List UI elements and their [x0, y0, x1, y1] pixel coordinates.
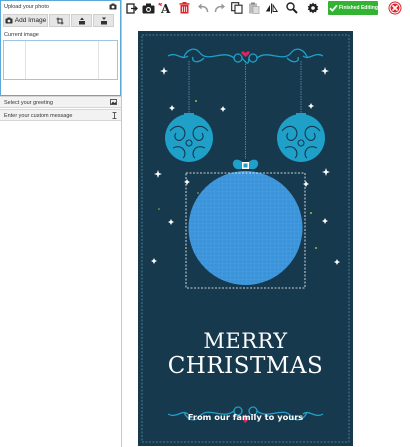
- bow-icon: [232, 159, 259, 170]
- magnifier-icon: [285, 2, 298, 14]
- editor-toolbar: A Finished Editing: [123, 0, 410, 16]
- close-icon: [388, 1, 402, 15]
- undo-button[interactable]: [195, 1, 210, 15]
- divider: [25, 41, 26, 79]
- layer-up-icon: [78, 17, 86, 25]
- camera-icon: [5, 17, 13, 24]
- panel-divider: [121, 0, 122, 447]
- copy-icon: [230, 2, 243, 14]
- select-greeting-label: Select your greeting: [4, 100, 53, 106]
- exit-button[interactable]: [124, 1, 139, 15]
- current-image-label: Current image: [4, 32, 39, 38]
- bring-forward-button[interactable]: [71, 14, 92, 27]
- flip-button[interactable]: [264, 1, 279, 15]
- undo-icon: [197, 3, 209, 13]
- photo-placeholder: [185, 171, 306, 289]
- upload-photo-label: Upload your photo: [4, 4, 49, 10]
- photo-tools-row: Add Image: [3, 14, 117, 27]
- trash-icon: [179, 2, 190, 14]
- right-ornament: [277, 113, 325, 162]
- upload-photo-section: Upload your photo Add Image Current imag…: [0, 0, 121, 96]
- camera-icon: [142, 3, 155, 14]
- crop-button[interactable]: [49, 14, 70, 27]
- image-icon: [110, 99, 117, 107]
- card-artwork: [141, 34, 350, 443]
- text-cursor-icon: [112, 112, 117, 121]
- close-editor-button[interactable]: [388, 1, 402, 15]
- delete-button[interactable]: [177, 1, 192, 15]
- finished-editing-label: Finished Editing: [339, 5, 378, 11]
- zoom-button[interactable]: [284, 1, 299, 15]
- crop-icon: [56, 17, 64, 25]
- divider: [98, 41, 99, 79]
- paste-button[interactable]: [246, 1, 261, 15]
- upload-header: Upload your photo: [1, 1, 120, 13]
- text-icon: A: [157, 2, 172, 14]
- custom-message-text[interactable]: From our family to yours: [138, 412, 353, 422]
- add-image-button[interactable]: Add Image: [3, 14, 48, 27]
- left-ornament: [165, 113, 213, 162]
- christmas-card-canvas[interactable]: MERRY CHRISTMAS From our family to yours: [138, 31, 353, 446]
- settings-button[interactable]: [305, 1, 320, 15]
- add-image-label: Add Image: [14, 17, 47, 24]
- send-backward-button[interactable]: [93, 14, 114, 27]
- custom-message-row[interactable]: Enter your custom message: [0, 109, 121, 121]
- redo-icon: [214, 3, 226, 13]
- current-image-box[interactable]: [3, 40, 118, 80]
- custom-message-label: Enter your custom message: [4, 113, 73, 119]
- left-panel: Upload your photo Add Image Current imag…: [0, 0, 121, 447]
- copy-button[interactable]: [229, 1, 244, 15]
- finished-editing-button[interactable]: Finished Editing: [328, 1, 378, 15]
- add-photo-button[interactable]: [141, 1, 156, 15]
- add-text-button[interactable]: A: [157, 1, 172, 15]
- gear-icon: [307, 2, 319, 14]
- redo-button[interactable]: [212, 1, 227, 15]
- layer-down-icon: [100, 17, 108, 25]
- exit-icon: [125, 2, 138, 14]
- checkmark-icon: [328, 1, 339, 15]
- select-greeting-row[interactable]: Select your greeting: [0, 96, 121, 108]
- greeting-line-1[interactable]: MERRY: [138, 329, 353, 353]
- camera-icon: [109, 3, 117, 12]
- heart-icon: [241, 51, 250, 57]
- greeting-line-2[interactable]: CHRISTMAS: [138, 353, 353, 379]
- flip-icon: [265, 2, 278, 14]
- paste-icon: [248, 2, 260, 14]
